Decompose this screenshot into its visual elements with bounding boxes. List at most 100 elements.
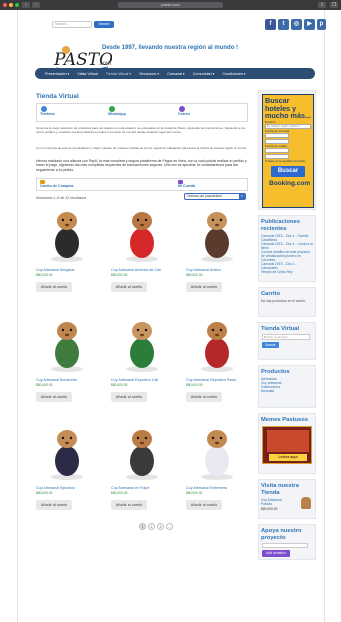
recent-post-link[interactable]: Carnaval 2019 – Día 2 – Carnavalito [259, 262, 315, 270]
product-image[interactable] [111, 313, 173, 375]
checkin-date-select[interactable] [265, 132, 289, 138]
minimize-window-dot[interactable] [9, 3, 13, 7]
menu-comunidad[interactable]: Comunidad ▾ [193, 72, 215, 76]
recent-post-link[interactable]: Carnaval 2019 – Día 3 – Canto a la tierr… [259, 242, 315, 250]
account-link[interactable]: Mi Cuenta [178, 180, 195, 188]
site-search-input[interactable]: Search... [52, 21, 92, 28]
product-name[interactable]: Cuy Artesanal América de Cali [111, 268, 173, 272]
add-donation-button[interactable]: Add donation [262, 550, 290, 557]
page-2[interactable]: 2 [148, 523, 155, 530]
product-image[interactable] [186, 313, 248, 375]
close-window-dot[interactable] [3, 3, 7, 7]
facebook-icon[interactable]: f [265, 19, 276, 30]
no-dates-checkbox[interactable]: Todavía no he decidido las fechas [263, 160, 313, 163]
product-name[interactable]: Cuy Artesanal Borrachito [36, 378, 98, 382]
tabs-icon[interactable]: ❐ [330, 2, 338, 8]
product-image[interactable] [111, 421, 173, 483]
phone-contact[interactable]: Teléfono [40, 106, 55, 116]
product-name[interactable]: Cuy Artesanal Andino [186, 268, 248, 272]
menu-tienda-virtual[interactable]: Tienda Virtual ▾ [106, 72, 131, 76]
order-select[interactable]: Ordenar por popularidad ▾ [184, 193, 246, 200]
booking-logo[interactable]: Booking.com [263, 180, 313, 187]
cart-account-box: Carrito de Compras Mi Cuenta [36, 178, 248, 191]
add-to-cart-button[interactable]: Añadir al carrito [111, 282, 147, 292]
main-content: Tienda Virtual Teléfono WhatsApp Correo … [36, 90, 250, 620]
add-to-cart-button[interactable]: Añadir al carrito [186, 282, 222, 292]
product-name[interactable]: Cuy Artesanal en Fotpe [111, 486, 173, 490]
product-image[interactable] [186, 421, 248, 483]
product-price: $80,000.00 [186, 273, 203, 277]
recent-post-link[interactable]: Carnaval 2019 – Día 4 – Familia Castañed… [259, 234, 315, 242]
product-name[interactable]: Cuy Artesanal Abogado [36, 268, 98, 272]
forward-icon[interactable]: › [32, 2, 40, 8]
back-icon[interactable]: ‹ [22, 2, 30, 8]
product-card[interactable]: Cuy Artesanal Borrachito $80,000.00 Añadir… [36, 313, 98, 402]
store-search-widget: Tienda Virtual Buscar productos... Busca… [258, 322, 316, 360]
chevron-down-icon: ▾ [239, 194, 245, 199]
site-frame: Search... Search f t ◎ ▶ p PASTO .com De… [17, 10, 326, 622]
maximize-window-dot[interactable] [15, 3, 19, 7]
booking-search-button[interactable]: Buscar [271, 165, 305, 177]
product-search-button[interactable]: Buscar [262, 341, 279, 348]
menu-carnaval[interactable]: Carnaval ▾ [167, 72, 185, 76]
product-card[interactable]: Cuy Artesanal Deportivo Pasto $80,000.00 A… [186, 313, 248, 402]
product-card[interactable]: Cuy Artesanal América de Cali $80,000.00 A… [111, 203, 173, 292]
menu-presentacion[interactable]: Presentación ▾ [45, 72, 69, 76]
email-contact[interactable]: Correo [178, 106, 190, 116]
product-image[interactable] [36, 203, 98, 265]
address-bar[interactable]: pasto.com [118, 2, 223, 8]
payu-paragraph: Hemos realizado una alianza con PayU, la… [36, 159, 247, 172]
page-next[interactable]: → [166, 523, 173, 530]
add-to-cart-button[interactable]: Añadir al carrito [36, 282, 72, 292]
recent-post-link[interactable]: Templo de Cristo Rey [259, 270, 315, 274]
product-image[interactable] [186, 203, 248, 265]
youtube-icon[interactable]: ▶ [304, 19, 315, 30]
cart-link[interactable]: Carrito de Compras [40, 180, 74, 188]
product-card[interactable]: Cuy Artesanal Deportivo Cali $80,000.00 Añ… [111, 313, 173, 402]
pinterest-icon[interactable]: p [317, 19, 326, 30]
page-1[interactable]: 1 [139, 523, 146, 530]
browser-toolbar: ‹ › pasto.com ⇪ ❐ [0, 0, 341, 10]
share-icon[interactable]: ⇪ [318, 2, 326, 8]
page-3[interactable]: 3 [157, 523, 164, 530]
donation-amount-input[interactable] [262, 543, 308, 548]
site-search-button[interactable]: Search [94, 21, 114, 28]
booking-widget: Buscar hoteles y mucho más... Destino Ej… [258, 90, 316, 210]
menu-condiciones[interactable]: Condiciones ▾ [222, 72, 245, 76]
product-price: $80,000.00 [36, 273, 53, 277]
checkout-month-select[interactable] [265, 153, 289, 159]
product-name[interactable]: Cuy Artesanal Enfermera [186, 486, 248, 490]
add-to-cart-button[interactable]: Añadir al carrito [186, 500, 222, 510]
visit-store-item-link[interactable]: Cuy Artesanal Pastuto [259, 498, 295, 506]
product-card[interactable]: Cuy Artesanal Abogado $80,000.00 Añadir al… [36, 203, 98, 292]
recent-post-link[interactable]: Conoce detalles de este proyecto de virt… [259, 250, 315, 262]
product-card[interactable]: Cuy Artesanal Andino $80,000.00 Añadir al … [186, 203, 248, 292]
menu-secciones[interactable]: Secciones ▾ [139, 72, 159, 76]
product-name[interactable]: Cuy Artesanal Deportivo Cali [111, 378, 173, 382]
visit-store-item-thumbnail[interactable] [301, 497, 311, 509]
add-to-cart-button[interactable]: Añadir al carrito [186, 392, 222, 402]
twitter-icon[interactable]: t [278, 19, 289, 30]
add-to-cart-button[interactable]: Añadir al carrito [36, 392, 72, 402]
product-image[interactable] [36, 313, 98, 375]
add-to-cart-button[interactable]: Añadir al carrito [111, 392, 147, 402]
product-card[interactable]: Cuy Artesanal en Fotpe $80,000.00 Añadir a… [111, 421, 173, 510]
product-image[interactable] [36, 421, 98, 483]
instagram-icon[interactable]: ◎ [291, 19, 302, 30]
order-select-value: Ordenar por popularidad [187, 194, 222, 198]
product-name[interactable]: Cuy Artesanal Deportivo Pasto [186, 378, 248, 382]
product-search-input[interactable]: Buscar productos... [262, 333, 310, 340]
main-menu: Presentación ▾ Visita Virtual Tienda Vir… [35, 68, 315, 79]
product-name[interactable]: Cuy Artesanal Ejecutivo [36, 486, 98, 490]
memes-widget: Memes Pastusos Leelos aquí [258, 413, 316, 474]
product-image[interactable] [111, 203, 173, 265]
add-to-cart-button[interactable]: Añadir al carrito [36, 500, 72, 510]
add-to-cart-button[interactable]: Añadir al carrito [111, 500, 147, 510]
product-card[interactable]: Cuy Artesanal Enfermera $80,000.00 Añadir … [186, 421, 248, 510]
menu-visita-virtual[interactable]: Visita Virtual [77, 72, 97, 76]
whatsapp-contact[interactable]: WhatsApp [108, 106, 126, 116]
memes-banner[interactable]: Leelos aquí [262, 425, 312, 464]
product-card[interactable]: Cuy Artesanal Ejecutivo $80,000.00 Añadir … [36, 421, 98, 510]
checkout-date-select[interactable] [265, 147, 289, 153]
category-link[interactable]: Novedad [259, 389, 315, 393]
